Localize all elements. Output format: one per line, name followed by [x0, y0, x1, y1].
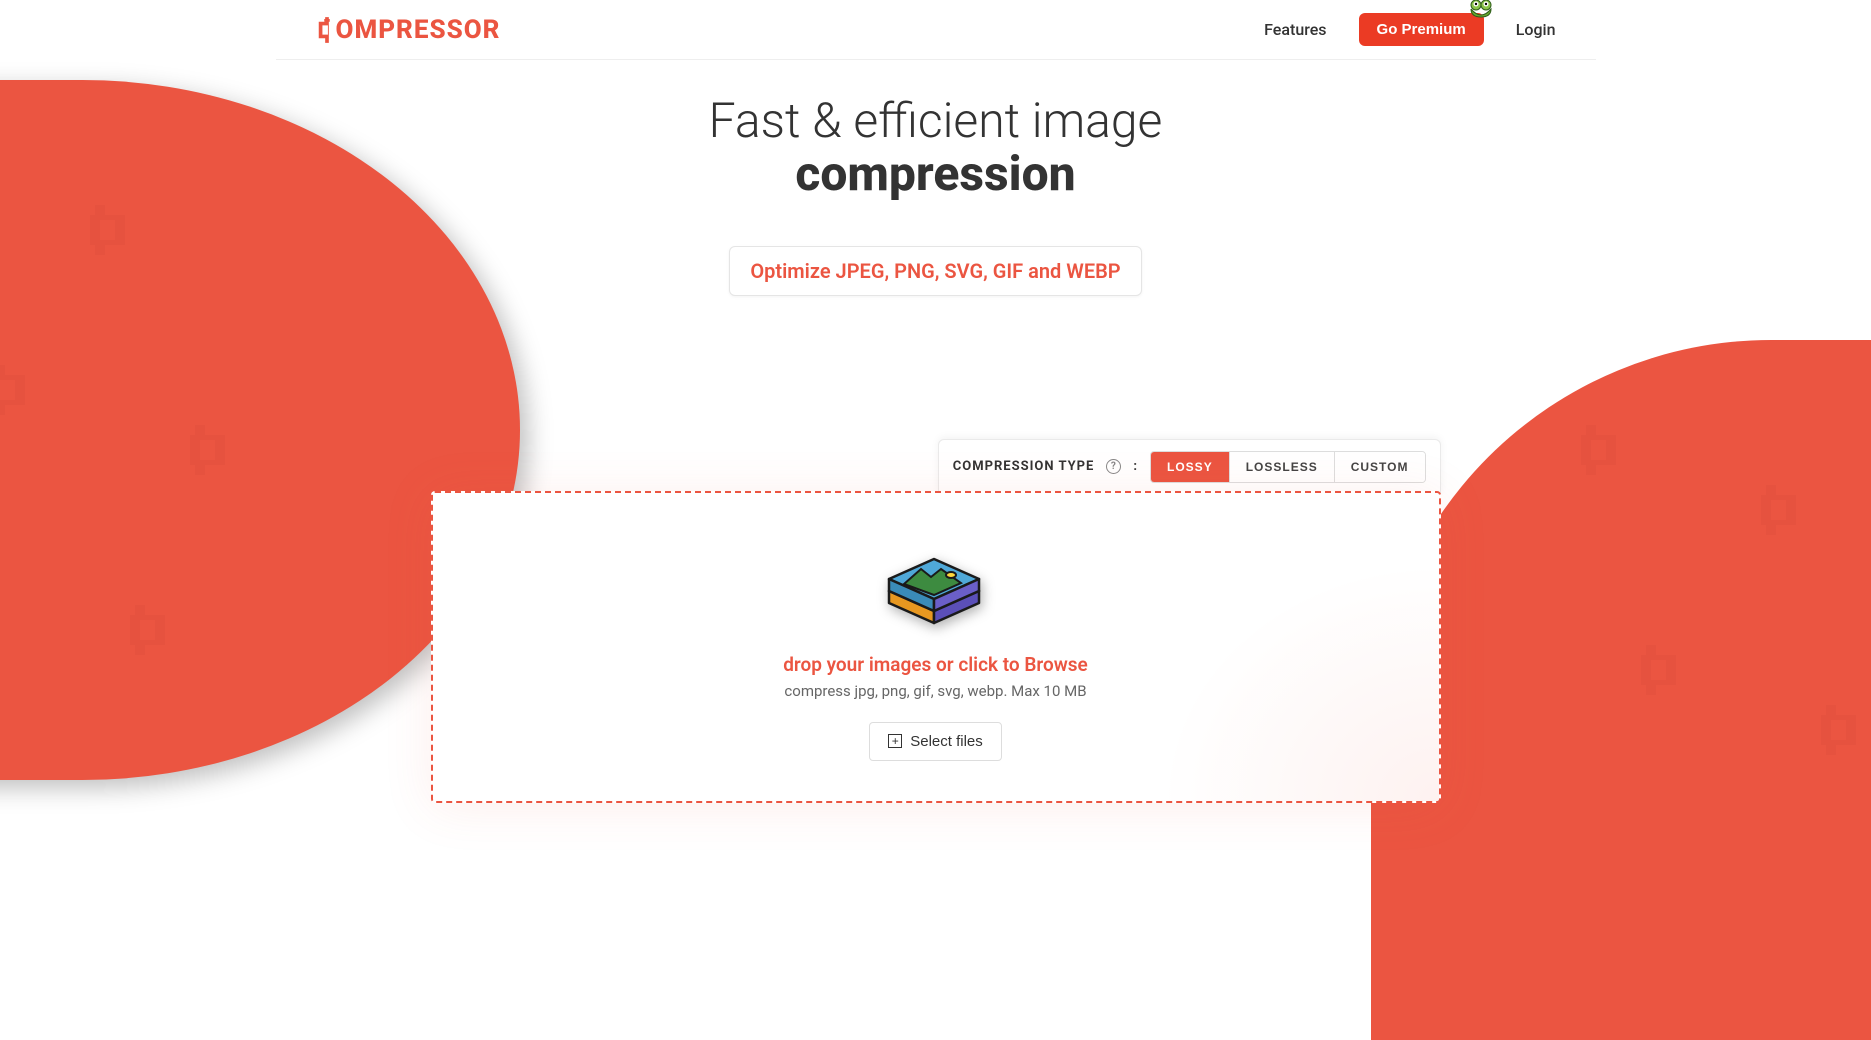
compression-type-label: COMPRESSION TYPE — [953, 459, 1095, 474]
clamp-icon — [316, 17, 338, 43]
logo-text: OMPRESSOR — [336, 15, 501, 45]
nav: Features Go Premium Login — [1264, 13, 1555, 46]
compression-colon: : — [1133, 459, 1138, 474]
hero: Fast & efficient image compression Optim… — [0, 60, 1871, 296]
option-lossy[interactable]: LOSSY — [1151, 452, 1230, 482]
nav-features[interactable]: Features — [1264, 20, 1326, 39]
image-stack-icon — [881, 553, 991, 633]
compression-type-bar: COMPRESSION TYPE ? : LOSSY LOSSLESS CUST… — [938, 439, 1441, 494]
formats-box: Optimize JPEG, PNG, SVG, GIF and WEBP — [729, 246, 1141, 296]
option-lossless[interactable]: LOSSLESS — [1230, 452, 1335, 482]
dropzone-subtitle: compress jpg, png, gif, svg, webp. Max 1… — [453, 682, 1419, 700]
option-custom[interactable]: CUSTOM — [1335, 452, 1425, 482]
frog-icon — [1468, 0, 1496, 21]
premium-label: Go Premium — [1377, 21, 1466, 38]
compression-segmented: LOSSY LOSSLESS CUSTOM — [1150, 451, 1425, 483]
go-premium-button[interactable]: Go Premium — [1359, 13, 1484, 46]
uploader: COMPRESSION TYPE ? : LOSSY LOSSLESS CUST… — [431, 491, 1441, 803]
hero-title: Fast & efficient image compression — [0, 95, 1871, 201]
decorative-swoosh — [1159, 561, 1439, 801]
nav-login[interactable]: Login — [1516, 20, 1556, 39]
decorative-blob-right — [1371, 340, 1871, 1040]
plus-icon: + — [888, 734, 902, 748]
help-icon[interactable]: ? — [1106, 459, 1121, 474]
hero-title-bold: compression — [0, 148, 1871, 201]
select-files-label: Select files — [910, 733, 983, 750]
hero-title-light: Fast & efficient image — [709, 92, 1163, 149]
select-files-button[interactable]: + Select files — [869, 722, 1002, 761]
header: OMPRESSOR Features Go Premium Login — [276, 0, 1596, 60]
dropzone-title: drop your images or click to Browse — [453, 653, 1419, 676]
dropzone[interactable]: drop your images or click to Browse comp… — [431, 491, 1441, 803]
logo[interactable]: OMPRESSOR — [316, 15, 501, 45]
